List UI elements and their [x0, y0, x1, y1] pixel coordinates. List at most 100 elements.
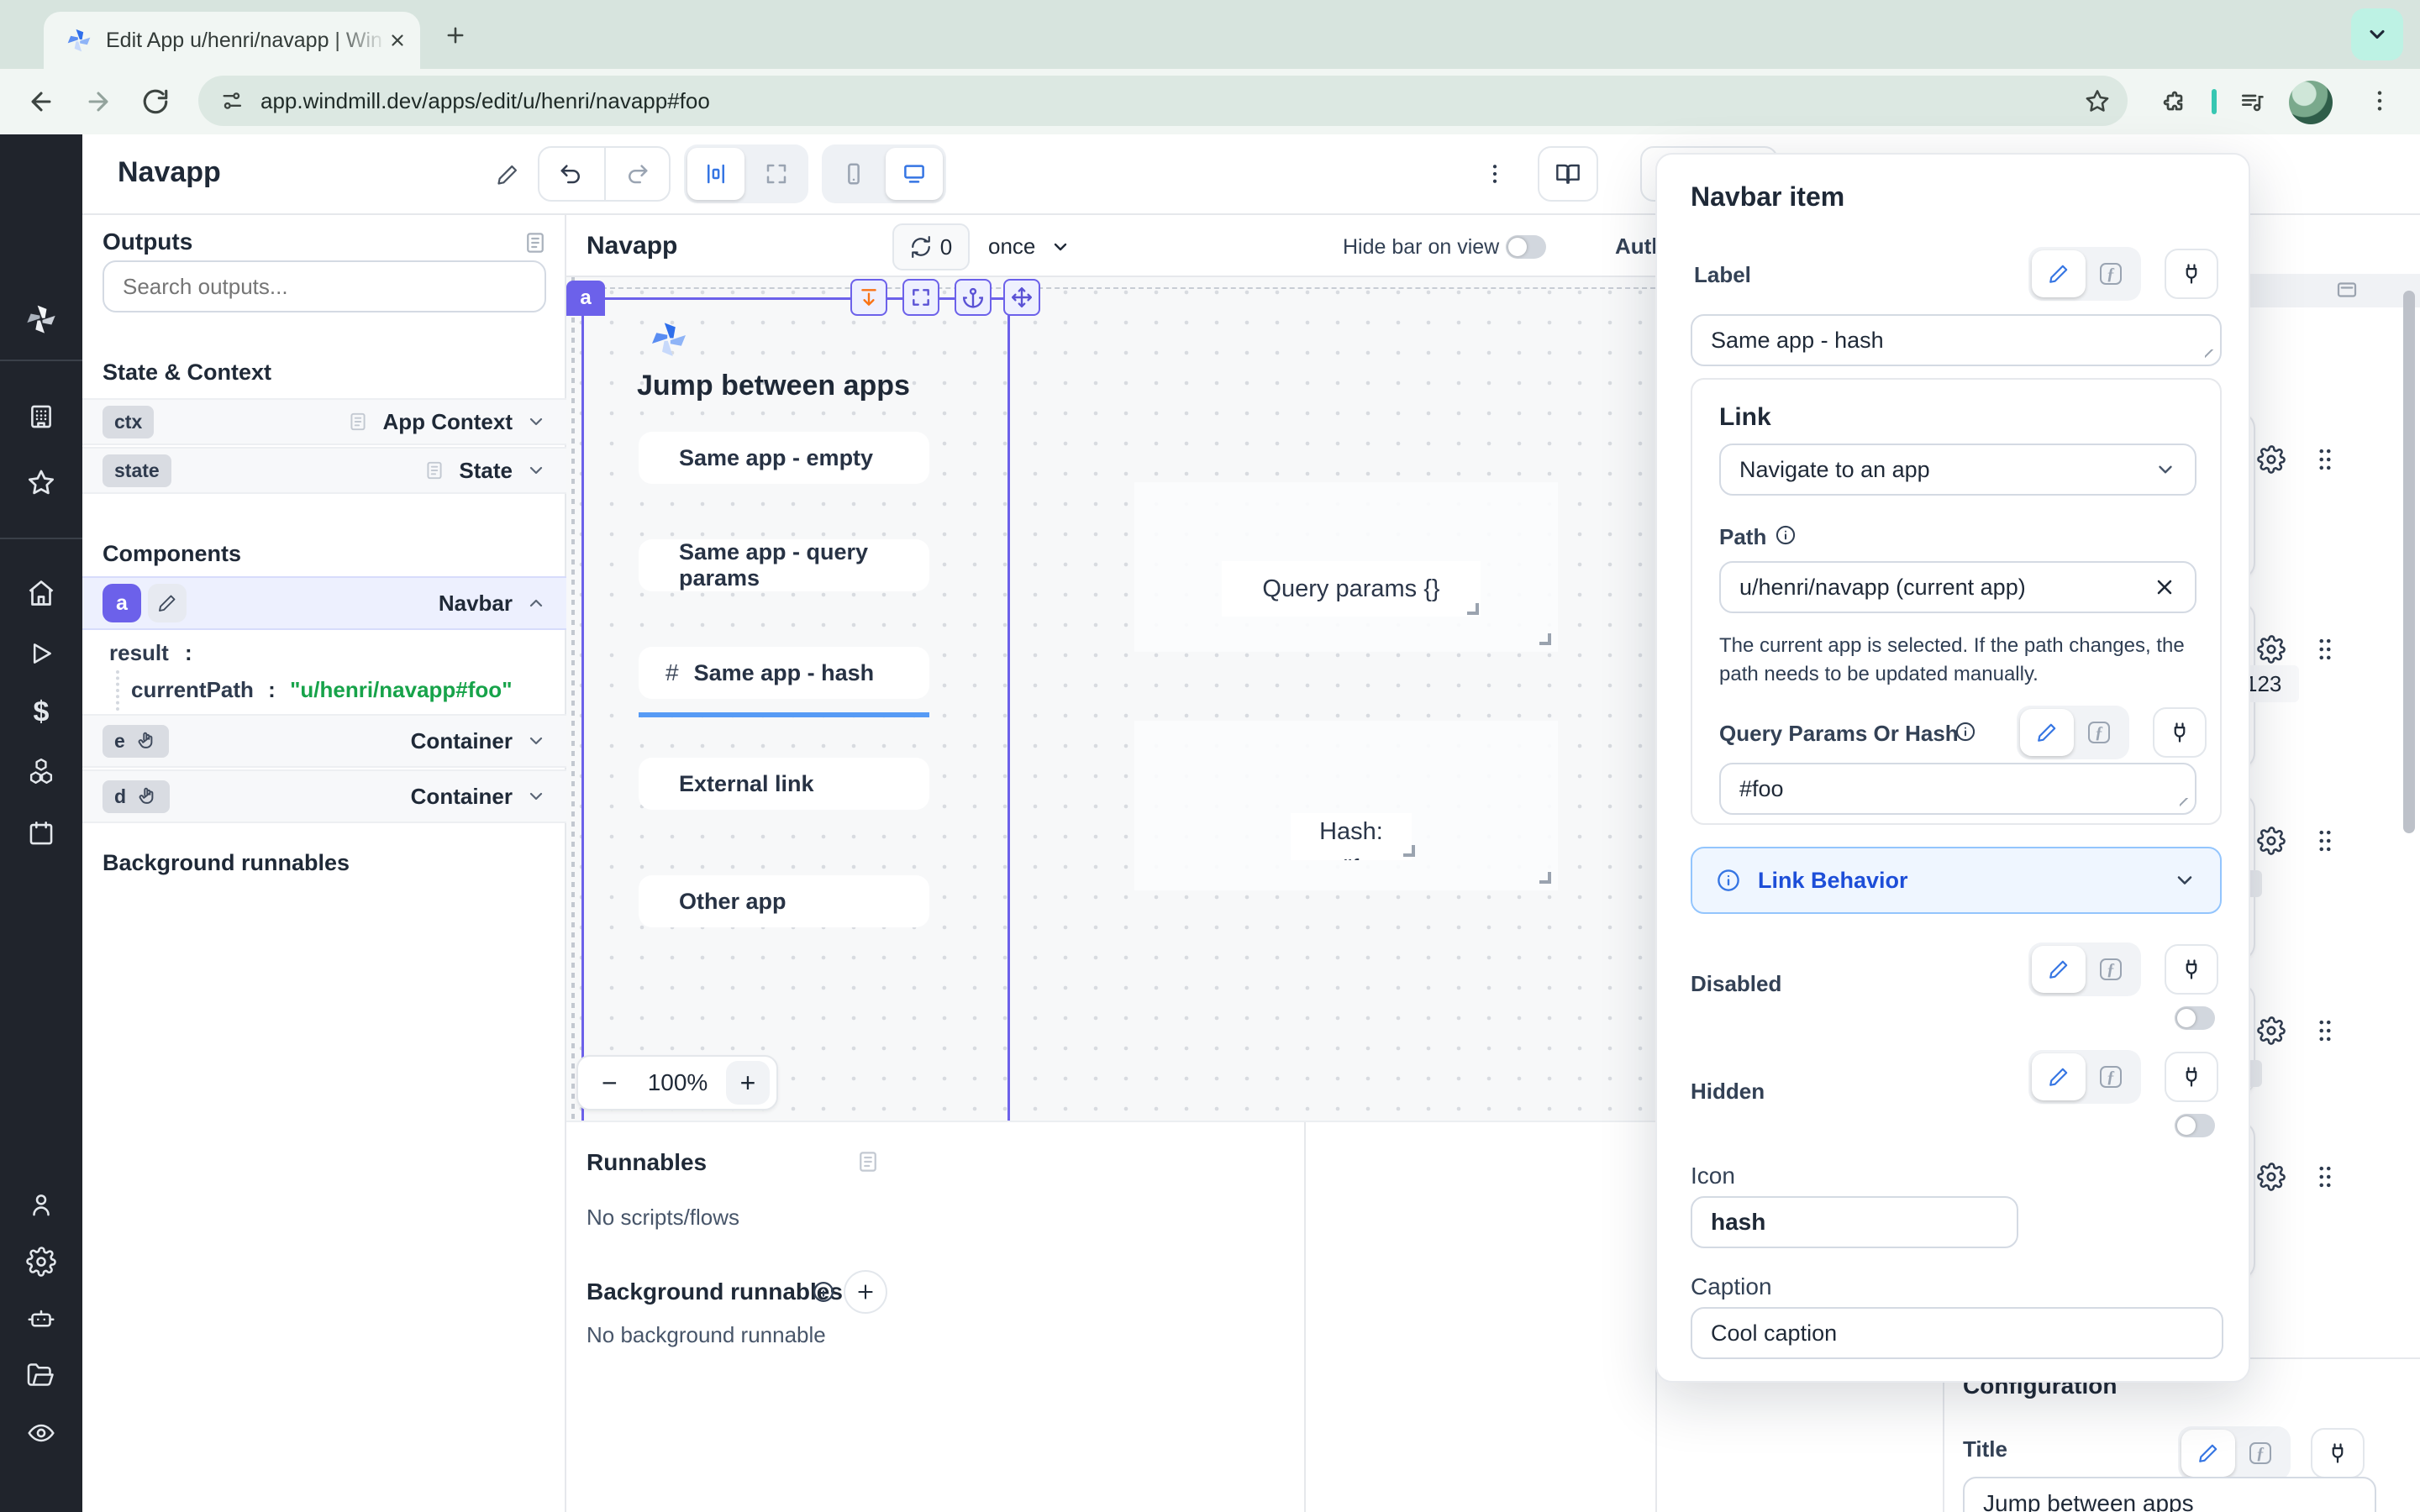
- schedules-calendar-icon[interactable]: [27, 819, 55, 848]
- chevron-down-icon[interactable]: [526, 731, 546, 751]
- edit-id-button[interactable]: [148, 584, 187, 622]
- chevron-up-icon[interactable]: [526, 593, 546, 613]
- link-type-select[interactable]: Navigate to an app: [1719, 444, 2196, 496]
- item-settings-gear-icon[interactable]: [2257, 445, 2286, 474]
- more-menu-icon[interactable]: [1482, 161, 1507, 186]
- hash-container[interactable]: Hash: "f: [1134, 721, 1558, 890]
- close-tab-icon[interactable]: [388, 31, 407, 50]
- zoom-in-button[interactable]: +: [726, 1061, 770, 1105]
- url-bar[interactable]: app.windmill.dev/apps/edit/u/henri/navap…: [198, 76, 2128, 126]
- anchor-button[interactable]: [955, 279, 992, 316]
- path-input[interactable]: u/henri/navapp (current app): [1719, 561, 2196, 613]
- hide-bar-toggle[interactable]: [1506, 235, 1546, 259]
- app-canvas[interactable]: a Jump between apps Same app - empty Sam…: [566, 277, 1655, 1121]
- site-settings-icon[interactable]: [220, 89, 244, 113]
- connect-plug-button[interactable]: [2153, 707, 2207, 758]
- current-path-row[interactable]: currentPath : "u/henri/navapp#foo": [131, 677, 513, 703]
- resize-handle[interactable]: [1539, 633, 1551, 645]
- panel-doc-icon[interactable]: [2334, 277, 2360, 302]
- static-mode-button[interactable]: [2020, 709, 2074, 756]
- nav-item-external-link[interactable]: External link: [639, 758, 929, 810]
- drag-handle-icon[interactable]: [2311, 1016, 2339, 1045]
- drag-handle-icon[interactable]: [2311, 1163, 2339, 1191]
- new-tab-icon[interactable]: [444, 24, 467, 47]
- forward-icon[interactable]: [84, 87, 113, 116]
- windmill-logo-icon[interactable]: [24, 302, 58, 336]
- result-key-row[interactable]: result :: [109, 640, 192, 666]
- resize-grip[interactable]: [2180, 798, 2193, 811]
- variables-dollar-icon[interactable]: $: [34, 696, 50, 729]
- nav-item-query-params[interactable]: Same app - query params: [639, 539, 929, 591]
- item-settings-gear-icon[interactable]: [2257, 1016, 2286, 1045]
- item-settings-gear-icon[interactable]: [2257, 827, 2286, 855]
- avatar[interactable]: [2289, 81, 2333, 124]
- chevron-down-icon[interactable]: [526, 412, 546, 432]
- component-row-d[interactable]: d Container: [82, 769, 566, 823]
- resources-cubes-icon[interactable]: [26, 756, 56, 786]
- workspace-icon[interactable]: [27, 402, 55, 431]
- link-behavior-accordion[interactable]: Link Behavior: [1691, 847, 2222, 914]
- move-button[interactable]: [1003, 279, 1040, 316]
- item-settings-gear-icon[interactable]: [2257, 1163, 2286, 1191]
- title-input[interactable]: [1963, 1477, 2376, 1512]
- chevron-down-icon[interactable]: [1050, 237, 1071, 257]
- connect-plug-button[interactable]: [2165, 944, 2218, 995]
- nav-item-hash[interactable]: # Same app - hash: [639, 647, 929, 699]
- expression-mode-button[interactable]: ƒ: [2237, 1433, 2284, 1473]
- hidden-toggle[interactable]: [2175, 1114, 2215, 1137]
- folders-icon[interactable]: [26, 1361, 56, 1391]
- item-settings-gear-icon[interactable]: [2257, 635, 2286, 664]
- expression-mode-button[interactable]: ƒ: [2075, 712, 2123, 753]
- extensions-icon[interactable]: [2161, 89, 2188, 116]
- workers-robot-icon[interactable]: [26, 1304, 56, 1334]
- desktop-view-button[interactable]: [886, 148, 943, 200]
- number-input-fragment[interactable]: 123: [2245, 665, 2299, 702]
- runs-play-icon[interactable]: [27, 639, 55, 668]
- edit-title-pencil-icon[interactable]: [496, 163, 519, 186]
- component-row-navbar[interactable]: a Navbar: [82, 576, 566, 630]
- refresh-mode-select[interactable]: once: [988, 234, 1035, 260]
- tab-search-button[interactable]: [2351, 8, 2403, 60]
- query-params-input[interactable]: #foo: [1719, 763, 2196, 815]
- connect-plug-button[interactable]: [2165, 1052, 2218, 1102]
- undo-button[interactable]: [539, 148, 604, 200]
- caption-input[interactable]: [1691, 1307, 2223, 1359]
- expression-mode-button[interactable]: ƒ: [2087, 1057, 2134, 1097]
- nav-item-empty[interactable]: Same app - empty: [639, 432, 929, 484]
- fullscreen-component-button[interactable]: [902, 279, 939, 316]
- search-input[interactable]: [103, 260, 546, 312]
- browser-menu-icon[interactable]: [2366, 87, 2393, 114]
- expression-mode-button[interactable]: ƒ: [2087, 949, 2134, 990]
- nav-item-other-app[interactable]: Other app: [639, 875, 929, 927]
- connect-plug-button[interactable]: [2311, 1428, 2365, 1478]
- panel-scrollbar[interactable]: [2403, 291, 2415, 833]
- selected-component-frame[interactable]: [581, 297, 1010, 1121]
- add-background-runnable-button[interactable]: [844, 1270, 887, 1314]
- refresh-count-button[interactable]: 0: [892, 223, 970, 270]
- chevron-down-icon[interactable]: [526, 460, 546, 480]
- favorites-star-icon[interactable]: [26, 467, 56, 497]
- bookmark-star-icon[interactable]: [2084, 87, 2111, 114]
- drag-handle-icon[interactable]: [2311, 635, 2339, 664]
- home-icon[interactable]: [26, 578, 56, 608]
- chevron-down-icon[interactable]: [526, 786, 546, 806]
- back-icon[interactable]: [27, 87, 55, 116]
- docs-button[interactable]: [1538, 146, 1598, 202]
- eye-icon[interactable]: [26, 1418, 56, 1448]
- static-mode-button[interactable]: [2032, 946, 2086, 993]
- reload-icon[interactable]: [141, 87, 170, 116]
- static-mode-button[interactable]: [2032, 1053, 2086, 1100]
- browser-tab[interactable]: Edit App u/henri/navapp | Win: [44, 12, 420, 69]
- label-input[interactable]: Same app - hash: [1691, 314, 2222, 366]
- panel-doc-icon[interactable]: [855, 1149, 881, 1174]
- fullscreen-canvas-button[interactable]: [748, 148, 805, 200]
- clear-x-icon[interactable]: [2153, 575, 2176, 599]
- static-mode-button[interactable]: [2181, 1430, 2235, 1477]
- expression-mode-button[interactable]: ƒ: [2087, 254, 2134, 294]
- mobile-view-button[interactable]: [825, 148, 882, 200]
- user-icon[interactable]: [27, 1190, 55, 1219]
- align-panels-button[interactable]: [687, 148, 744, 200]
- expand-down-button[interactable]: [850, 279, 887, 316]
- state-row[interactable]: state State: [82, 447, 566, 494]
- drag-handle-icon[interactable]: [2311, 445, 2339, 474]
